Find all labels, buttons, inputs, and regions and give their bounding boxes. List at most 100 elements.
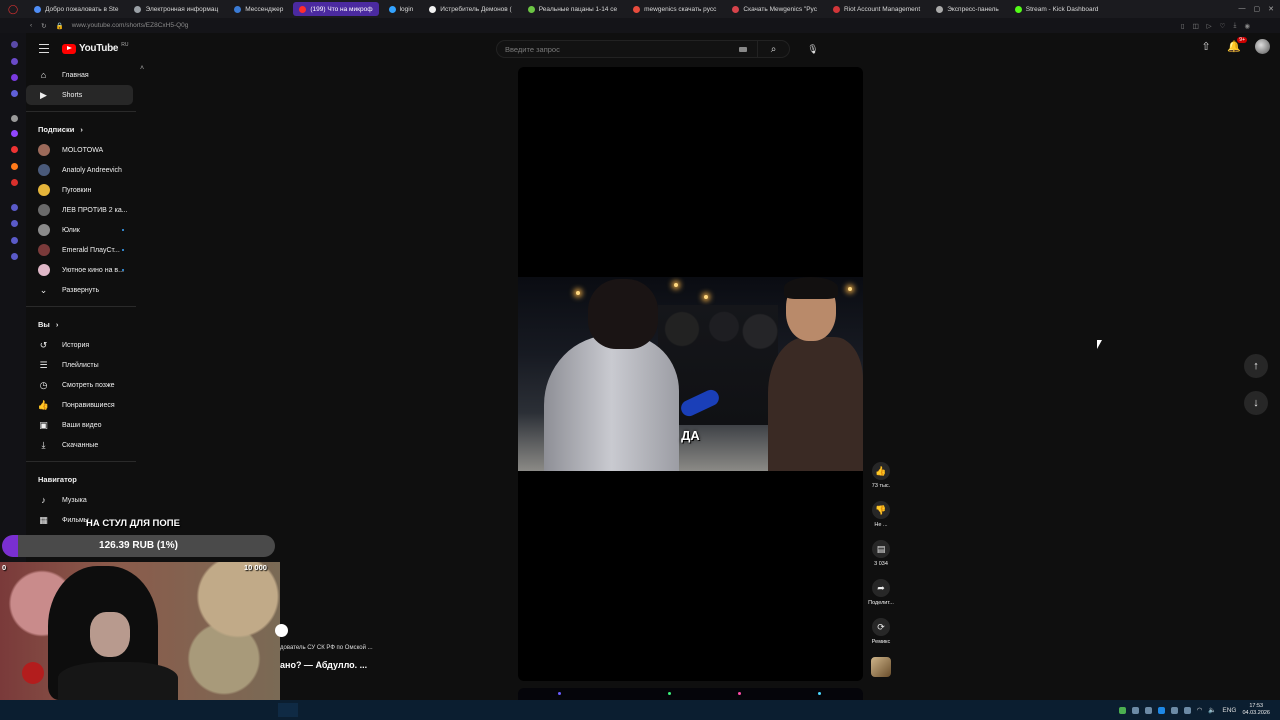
sidebar-item[interactable]: 👍 Понравившиеся <box>26 395 146 415</box>
next-short-preview[interactable] <box>518 688 863 700</box>
close-window-button[interactable]: ✕ <box>1268 5 1274 13</box>
sidebar-item[interactable]: ЛЕВ ПРОТИВ 2 ка... <box>26 200 146 220</box>
browser-tab[interactable]: Истребитель Демонов ( <box>423 2 517 16</box>
browser-tab[interactable]: Riot Account Management <box>827 2 926 16</box>
player-icon[interactable]: ▷ <box>1207 22 1212 30</box>
next-short-button[interactable]: ↓ <box>1244 391 1268 415</box>
sidebar-item[interactable]: ▣ Ваши видео <box>26 415 146 435</box>
browser-tab[interactable]: Добро пожаловать в Ste <box>28 2 124 16</box>
tray-icon[interactable] <box>1170 706 1178 714</box>
keyboard-icon[interactable] <box>739 46 747 52</box>
snapshot-icon[interactable]: ◫ <box>1192 22 1198 30</box>
twitch-icon[interactable] <box>11 130 18 137</box>
sidebar-item-label: Понравившиеся <box>62 401 115 409</box>
account-avatar[interactable] <box>1255 39 1270 54</box>
clock[interactable]: 17:53 04.03.2026 <box>1242 703 1270 717</box>
sidebar-item[interactable]: ♪ Музыка <box>26 490 146 510</box>
rail-icon-8[interactable] <box>11 163 18 170</box>
bookmark-icon[interactable]: ▯ <box>1181 22 1185 30</box>
sidebar-item-label: Ваши видео <box>62 421 102 429</box>
maximize-button[interactable]: ▢ <box>1254 5 1261 13</box>
rail-icon-3[interactable] <box>11 74 18 81</box>
account-icon[interactable]: ◉ <box>1244 22 1250 30</box>
browser-tab[interactable]: mewgenics скачать русс <box>627 2 722 16</box>
rail-icon-10[interactable] <box>11 204 18 211</box>
search-button[interactable]: ⌕ <box>757 40 789 58</box>
youtube-logo[interactable]: YouTube RU <box>62 42 128 54</box>
subscriptions-heading[interactable]: Подписки › <box>26 118 146 140</box>
sidebar-item[interactable]: ↺ История <box>26 335 146 355</box>
search-box[interactable]: Введите запрос ⌕ <box>496 40 790 58</box>
sidebar-item[interactable]: ☰ Плейлисты <box>26 355 146 375</box>
browser-tab[interactable]: Мессенджер <box>228 2 289 16</box>
url-field[interactable]: www.youtube.com/shorts/EZ8CxH5-Q0g <box>72 22 189 29</box>
yandex-icon[interactable] <box>11 146 18 153</box>
browser-tab[interactable]: login <box>383 2 420 16</box>
search-input[interactable]: Введите запрос <box>497 45 739 54</box>
taskbar-app[interactable] <box>278 703 298 717</box>
opera-menu-button[interactable]: ◯ <box>2 2 24 16</box>
volume-icon[interactable]: 🔈 <box>1208 706 1216 714</box>
upload-icon: ⇧ <box>1201 41 1211 53</box>
browser-tab[interactable]: Реальные пацаны 1-14 се <box>522 2 623 16</box>
share-button[interactable]: ➦ Поделит... <box>866 579 896 618</box>
tray-icon[interactable] <box>1157 706 1165 714</box>
notifications-button[interactable]: 🔔 9+ <box>1227 36 1247 54</box>
menu-icon[interactable] <box>39 44 49 53</box>
remix-button[interactable]: ⟳ Ремикс <box>866 618 896 657</box>
comments-button[interactable]: ▤ 3 034 <box>866 540 896 579</box>
sidebar-item[interactable]: Emerald ПлауСт... <box>26 240 146 260</box>
rail-icon-4[interactable] <box>11 90 18 97</box>
rail-icon-9[interactable] <box>11 179 18 186</box>
minimize-button[interactable]: — <box>1239 5 1246 13</box>
sidebar-item[interactable]: ▶ Shorts <box>26 85 133 105</box>
rail-icon-11[interactable] <box>11 220 18 227</box>
browser-tab[interactable]: Скачать Mewgenics "Рус <box>726 2 823 16</box>
browser-tab[interactable]: Электронная информац <box>128 2 224 16</box>
sidebar-item-label: Shorts <box>62 91 83 99</box>
heart-icon[interactable]: ♡ <box>1220 22 1226 30</box>
video-frame[interactable]: ДА <box>518 277 863 471</box>
browser-tab[interactable]: Stream - Kick Dashboard <box>1009 2 1105 16</box>
sidebar-item[interactable]: MOLOTOWA <box>26 140 146 160</box>
tray-icon[interactable] <box>1183 706 1191 714</box>
sidebar-item[interactable]: Пуговкин <box>26 180 146 200</box>
rail-icon-5[interactable] <box>11 115 18 122</box>
you-heading[interactable]: Вы › <box>26 313 146 335</box>
tray-icon[interactable] <box>1118 706 1126 714</box>
sidebar-item[interactable]: Anatoly Andreevich <box>26 160 146 180</box>
tab-label: Реальные пацаны 1-14 се <box>538 5 618 13</box>
settings-icon[interactable] <box>11 253 18 260</box>
reload-icon[interactable]: ↻ <box>41 22 46 30</box>
channel-avatar <box>38 204 50 216</box>
expand-subscriptions-button[interactable]: ⌄ Развернуть <box>26 280 146 300</box>
overlay-dot <box>275 624 288 637</box>
browser-tab[interactable]: (199) Что на микроф <box>293 2 379 16</box>
sidebar-item[interactable]: ◷ Смотреть позже <box>26 375 146 395</box>
rail-icon-12[interactable] <box>11 237 18 244</box>
sidebar-item-label: Emerald ПлауСт... <box>62 246 120 254</box>
sidebar-item[interactable]: Уютное кино на в... <box>26 260 146 280</box>
sidebar-item[interactable]: ⤓ Скачанные <box>26 435 146 455</box>
browser-tab[interactable]: Экспресс-панель <box>930 2 1005 16</box>
shorts-player[interactable]: ДА <box>518 67 863 681</box>
rail-icon-2[interactable] <box>11 58 18 65</box>
wifi-icon[interactable]: ◠ <box>1197 706 1203 714</box>
sound-thumbnail[interactable] <box>871 657 891 677</box>
sidebar-item[interactable]: ⌂ Главная <box>26 65 146 85</box>
rail-icon-1[interactable] <box>11 41 18 48</box>
address-bar: ‹ ↻ 🔒 www.youtube.com/shorts/EZ8CxH5-Q0g… <box>0 18 1280 33</box>
sidebar-item-label: Anatoly Andreevich <box>62 166 122 174</box>
back-icon[interactable]: ‹ <box>30 22 32 30</box>
tab-label: Экспресс-панель <box>947 5 999 13</box>
tray-icon[interactable] <box>1144 706 1152 714</box>
download-icon[interactable]: ⤓ <box>1233 22 1236 30</box>
upload-button[interactable]: ⇧ <box>1199 40 1213 54</box>
dislike-button[interactable]: 👎 Не ... <box>866 501 896 540</box>
tray-icon[interactable] <box>1131 706 1139 714</box>
language-indicator[interactable]: ENG <box>1222 707 1236 714</box>
voice-search-button[interactable]: 🎙 <box>804 40 822 58</box>
like-button[interactable]: 👍 73 тыс. <box>866 462 896 501</box>
sidebar-item[interactable]: Юлик <box>26 220 146 240</box>
previous-short-button[interactable]: ↑ <box>1244 354 1268 378</box>
